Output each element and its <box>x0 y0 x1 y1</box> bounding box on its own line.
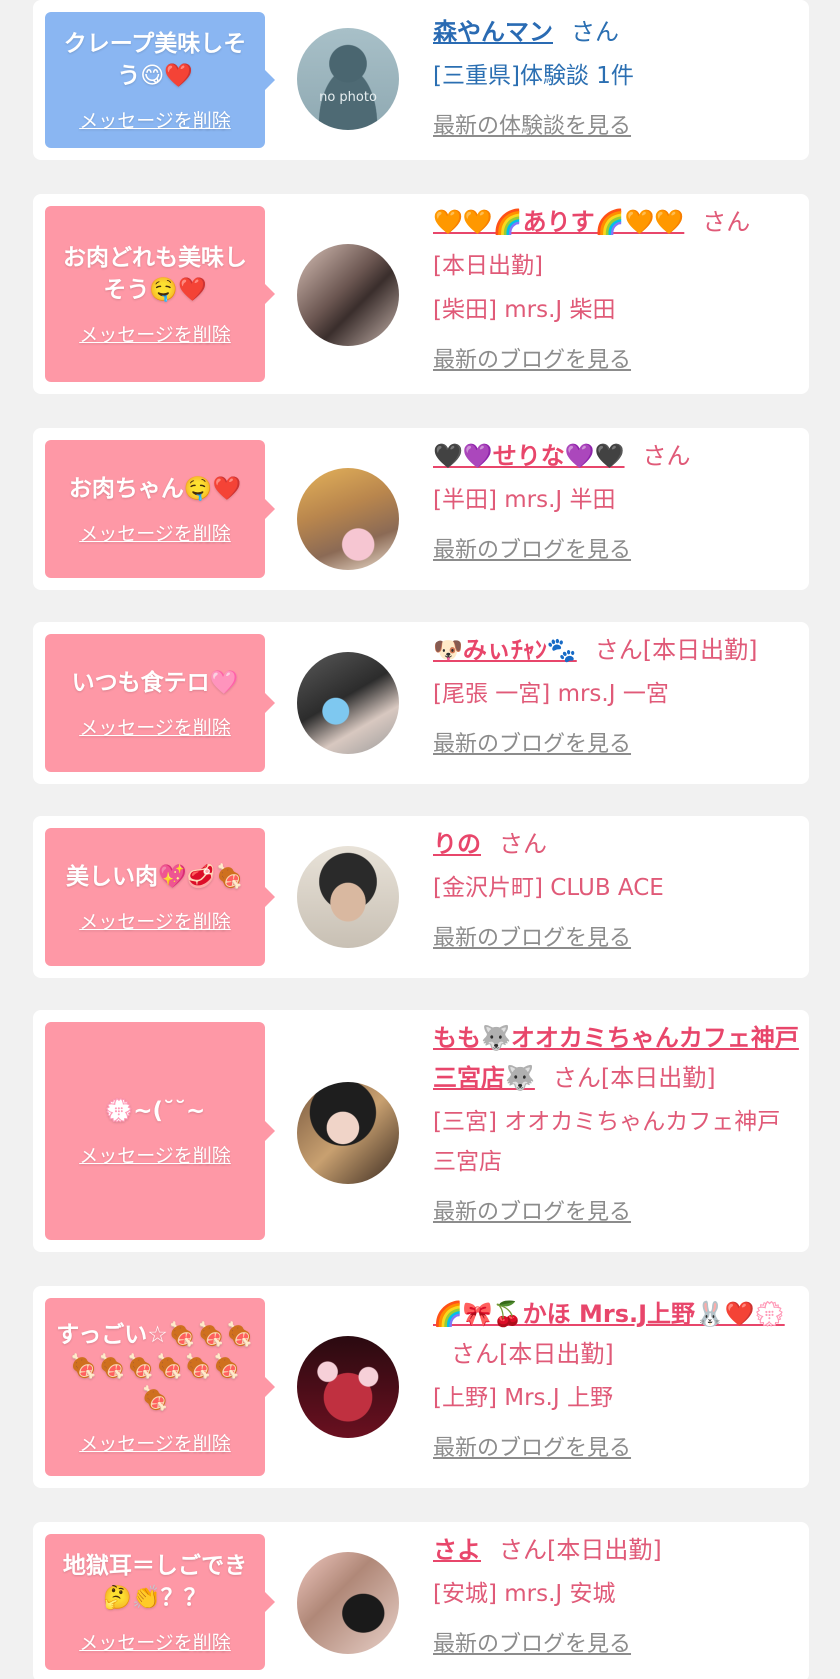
profile-name-link[interactable]: さよ <box>433 1536 481 1564</box>
profile-detail: [尾張 一宮] mrs.J 一宮 <box>433 681 669 707</box>
name-line: りの さん <box>433 824 801 864</box>
latest-post-link[interactable]: 最新の体験談を見る <box>433 110 631 144</box>
latest-post-link[interactable]: 最新のブログを見る <box>433 922 631 956</box>
profile-name-link[interactable]: 🐶みぃﾁｬﾝ🐾 <box>433 636 577 664</box>
profile-info: 森やんマン さん [三重県]体験談 1件 最新の体験談を見る <box>433 12 801 144</box>
profile-info: 🖤💜せりな💜🖤 さん [半田] mrs.J 半田 最新のブログを見る <box>433 436 801 568</box>
profile-name-link[interactable]: りの <box>433 830 481 858</box>
message-text: いつも食テロ🩷 <box>71 669 239 696</box>
message-card: 💮~(˘˘~ メッセージを削除 もも🐺オオカミちゃんカフェ神戸三宮店🐺 さん[本日… <box>33 1010 809 1252</box>
profile-detail: [本日出勤] <box>433 253 543 279</box>
message-card: 美しい肉💖🥩🍖 メッセージを削除 りの さん [金沢片町] CLUB ACE 最新… <box>33 816 809 978</box>
message-text: お肉どれも美味しそう🤤❤️ <box>63 244 247 303</box>
profile-name-link[interactable]: 森やんマン <box>433 18 553 46</box>
profile-detail: [柴田] mrs.J 柴田 <box>433 297 616 323</box>
delete-message-link[interactable]: メッセージを削除 <box>79 1628 231 1655</box>
delete-message-link[interactable]: メッセージを削除 <box>79 907 231 934</box>
message-card: お肉ちゃん🤤❤️ メッセージを削除 🖤💜せりな💜🖤 さん [半田] mrs.J 半… <box>33 428 809 590</box>
no-photo-label: no photo <box>319 90 377 105</box>
profile-detail: [金沢片町] CLUB ACE <box>433 875 664 901</box>
latest-post-link[interactable]: 最新のブログを見る <box>433 728 631 762</box>
avatar[interactable] <box>297 1552 399 1654</box>
name-line: 🖤💜せりな💜🖤 さん <box>433 436 801 476</box>
avatar[interactable] <box>297 468 399 570</box>
profile-info: もも🐺オオカミちゃんカフェ神戸三宮店🐺 さん[本日出勤] [三宮] オオカミちゃん… <box>433 1018 801 1230</box>
latest-post-link[interactable]: 最新のブログを見る <box>433 534 631 568</box>
delete-message-link[interactable]: メッセージを削除 <box>79 713 231 740</box>
profile-info: さよ さん[本日出勤] [安城] mrs.J 安城 最新のブログを見る <box>433 1530 801 1662</box>
delete-message-link[interactable]: メッセージを削除 <box>79 519 231 546</box>
message-card: お肉どれも美味しそう🤤❤️ メッセージを削除 🧡🧡🌈ありす🌈🧡🧡 さん [本日出勤… <box>33 194 809 394</box>
latest-post-link[interactable]: 最新のブログを見る <box>433 1196 631 1230</box>
message-card: 地獄耳＝しごでき🤔👏？？ メッセージを削除 さよ さん[本日出勤] [安城] mr… <box>33 1522 809 1679</box>
message-text: すっごい☆🍖🍖🍖🍖🍖🍖🍖🍖🍖🍖 <box>56 1321 254 1412</box>
name-suffix: さん[本日出勤] <box>552 1064 716 1092</box>
name-line: 🌈🎀🍒かほ Mrs.J上野🐰❤️💮 さん[本日出勤] <box>433 1294 801 1374</box>
delete-message-link[interactable]: メッセージを削除 <box>79 320 231 347</box>
message-text: 💮~(˘˘~ <box>104 1097 206 1124</box>
message-text: 美しい肉💖🥩🍖 <box>66 863 244 890</box>
profile-detail: [半田] mrs.J 半田 <box>433 487 616 513</box>
message-card: クレープ美味しそう😋❤️ メッセージを削除 no photo 森やんマン さん [… <box>33 0 809 160</box>
profile-detail: [安城] mrs.J 安城 <box>433 1581 616 1607</box>
name-suffix: さん[本日出勤] <box>594 636 758 664</box>
name-line: さよ さん[本日出勤] <box>433 1530 801 1570</box>
message-text: クレープ美味しそう😋❤️ <box>63 30 247 89</box>
avatar[interactable] <box>297 1082 399 1184</box>
delete-message-link[interactable]: メッセージを削除 <box>79 1141 231 1168</box>
avatar[interactable]: no photo <box>297 28 399 130</box>
message-bubble: クレープ美味しそう😋❤️ メッセージを削除 <box>45 12 275 148</box>
profile-name-link[interactable]: 🌈🎀🍒かほ Mrs.J上野🐰❤️💮 <box>433 1300 785 1328</box>
name-line: 🧡🧡🌈ありす🌈🧡🧡 さん <box>433 202 801 242</box>
message-bubble: 💮~(˘˘~ メッセージを削除 <box>45 1022 275 1240</box>
message-text: 地獄耳＝しごでき🤔👏？？ <box>62 1552 248 1611</box>
name-suffix: さん <box>702 208 751 236</box>
profile-info: りの さん [金沢片町] CLUB ACE 最新のブログを見る <box>433 824 801 956</box>
avatar[interactable] <box>297 244 399 346</box>
message-card: いつも食テロ🩷 メッセージを削除 🐶みぃﾁｬﾝ🐾 さん[本日出勤] [尾張 一宮]… <box>33 622 809 784</box>
name-line: 森やんマン さん <box>433 12 801 52</box>
name-suffix: さん <box>642 442 691 470</box>
delete-message-link[interactable]: メッセージを削除 <box>79 106 231 133</box>
name-suffix: さん[本日出勤] <box>451 1340 614 1368</box>
latest-post-link[interactable]: 最新のブログを見る <box>433 1432 631 1466</box>
profile-name-link[interactable]: 🖤💜せりな💜🖤 <box>433 442 625 470</box>
message-bubble: お肉どれも美味しそう🤤❤️ メッセージを削除 <box>45 206 275 382</box>
profile-info: 🧡🧡🌈ありす🌈🧡🧡 さん [本日出勤] [柴田] mrs.J 柴田 最新のブログを… <box>433 202 801 378</box>
profile-info: 🐶みぃﾁｬﾝ🐾 さん[本日出勤] [尾張 一宮] mrs.J 一宮 最新のブログを… <box>433 630 801 762</box>
avatar[interactable] <box>297 652 399 754</box>
message-text: お肉ちゃん🤤❤️ <box>68 475 242 502</box>
name-suffix: さん[本日出勤] <box>499 1536 662 1564</box>
profile-detail: [上野] Mrs.J 上野 <box>433 1385 613 1411</box>
message-bubble: すっごい☆🍖🍖🍖🍖🍖🍖🍖🍖🍖🍖 メッセージを削除 <box>45 1298 275 1476</box>
name-suffix: さん <box>499 830 547 858</box>
name-line: もも🐺オオカミちゃんカフェ神戸三宮店🐺 さん[本日出勤] <box>433 1018 801 1098</box>
avatar[interactable] <box>297 1336 399 1438</box>
message-bubble: お肉ちゃん🤤❤️ メッセージを削除 <box>45 440 275 578</box>
message-bubble: いつも食テロ🩷 メッセージを削除 <box>45 634 275 772</box>
message-bubble: 地獄耳＝しごでき🤔👏？？ メッセージを削除 <box>45 1534 275 1670</box>
profile-info: 🌈🎀🍒かほ Mrs.J上野🐰❤️💮さん[本日出勤] [上野] Mrs.J 上野 … <box>433 1294 801 1466</box>
latest-post-link[interactable]: 最新のブログを見る <box>433 1628 631 1662</box>
message-bubble: 美しい肉💖🥩🍖 メッセージを削除 <box>45 828 275 966</box>
profile-name-link[interactable]: 🧡🧡🌈ありす🌈🧡🧡 <box>433 208 684 236</box>
profile-detail: [三宮] オオカミちゃんカフェ神戸三宮店 <box>433 1109 781 1175</box>
latest-post-link[interactable]: 最新のブログを見る <box>433 344 631 378</box>
avatar[interactable] <box>297 846 399 948</box>
profile-detail: [三重県]体験談 1件 <box>433 63 634 89</box>
delete-message-link[interactable]: メッセージを削除 <box>79 1429 231 1456</box>
name-suffix: さん <box>571 18 619 46</box>
name-line: 🐶みぃﾁｬﾝ🐾 さん[本日出勤] <box>433 630 801 670</box>
message-card: すっごい☆🍖🍖🍖🍖🍖🍖🍖🍖🍖🍖 メッセージを削除 🌈🎀🍒かほ Mrs.J上野🐰❤… <box>33 1286 809 1488</box>
